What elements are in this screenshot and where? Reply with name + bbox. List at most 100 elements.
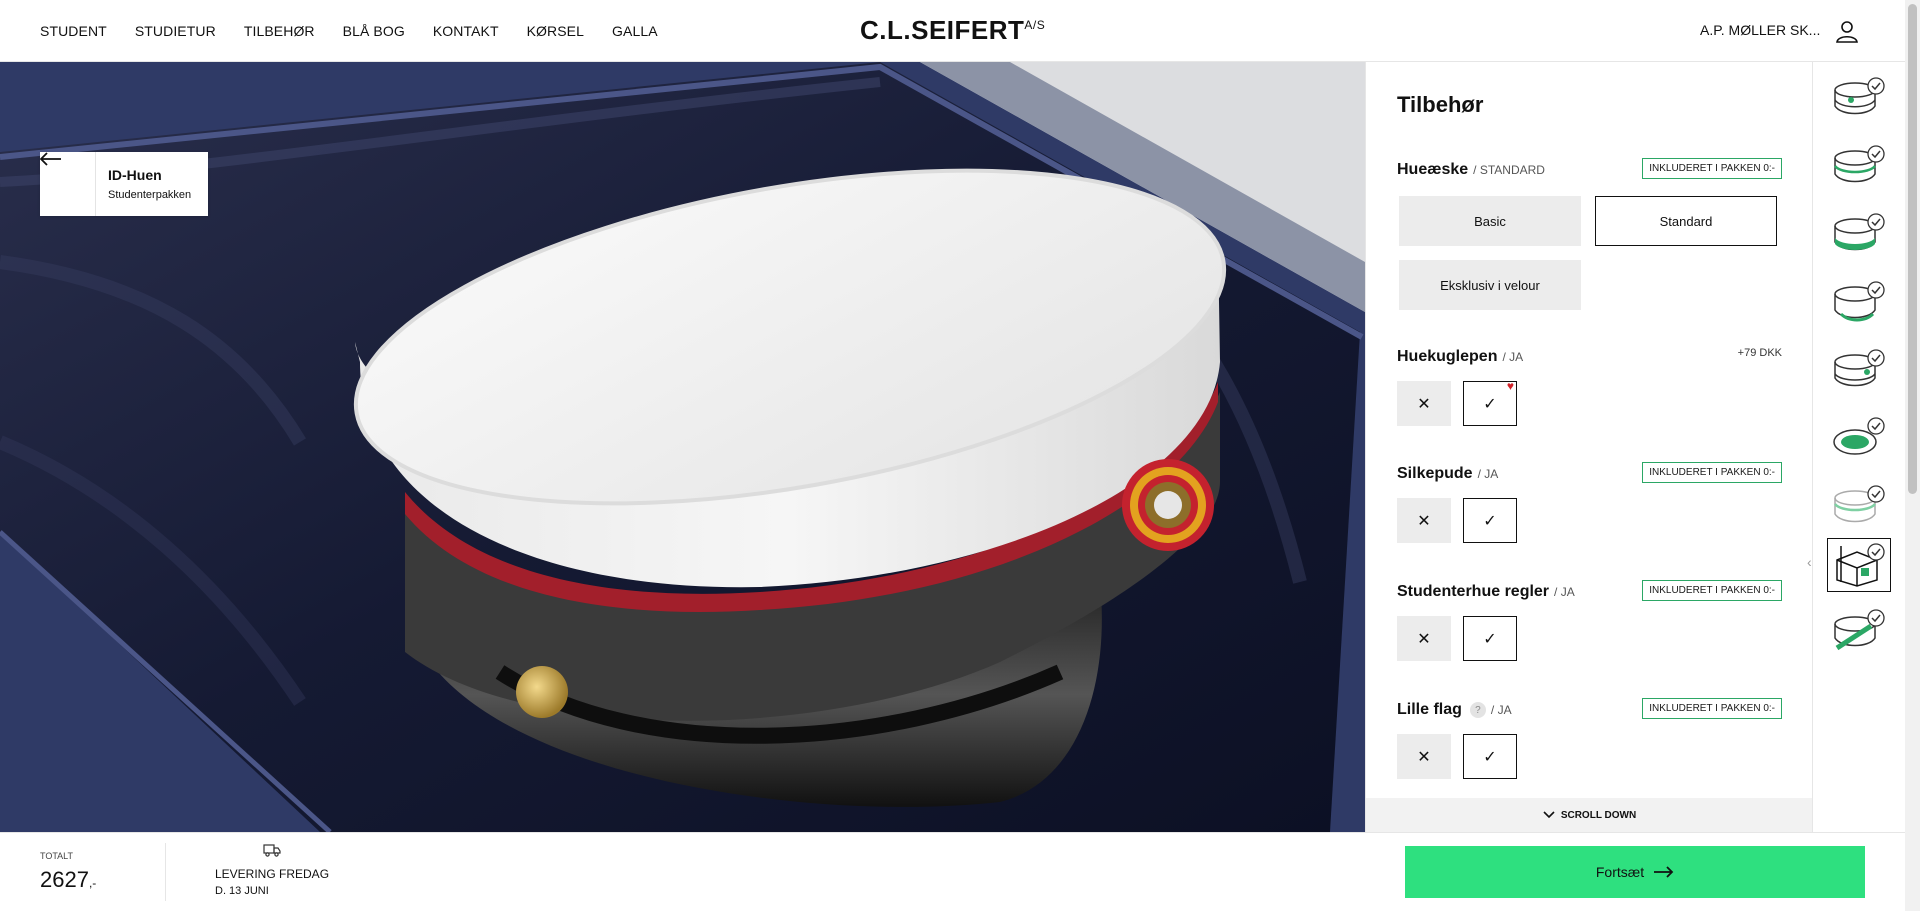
yes-button[interactable]: ✓ ♥: [1463, 379, 1517, 426]
panel-title: Tilbehør: [1397, 92, 1484, 117]
included-badge: INKLUDERET I PAKKEN 0:-: [1642, 580, 1782, 601]
continue-button[interactable]: Fortsæt: [1405, 846, 1865, 898]
nav-link-korsel[interactable]: KØRSEL: [527, 23, 584, 39]
option-basic[interactable]: Basic: [1399, 196, 1581, 246]
yes-no-toggle: ✕ ✓ ♥: [1397, 379, 1517, 426]
back-to-product-card[interactable]: ID-Huen Studenterpakken: [40, 152, 208, 216]
heart-icon: ♥: [1506, 379, 1514, 393]
section-selection: / JA: [1490, 703, 1512, 717]
rail-caret-icon: ‹: [1807, 554, 1812, 570]
cap-step-icon: [1834, 485, 1885, 523]
section-selection: / STANDARD: [1473, 163, 1545, 177]
back-card-text: ID-Huen Studenterpakken: [96, 167, 191, 201]
step-thumb-1[interactable]: [1827, 72, 1891, 126]
back-card-subtitle: Studenterpakken: [108, 189, 192, 201]
no-button[interactable]: ✕: [1397, 616, 1451, 661]
yes-no-toggle: ✕ ✓: [1397, 498, 1517, 543]
nav-link-galla[interactable]: GALLA: [612, 23, 658, 39]
close-icon: ✕: [1417, 512, 1431, 530]
product-viewer[interactable]: ID-Huen Studenterpakken: [0, 62, 1365, 832]
step-thumb-7[interactable]: [1827, 480, 1891, 534]
check-icon: ✓: [1483, 395, 1497, 413]
yes-button[interactable]: ✓: [1463, 498, 1517, 543]
step-thumb-9-size[interactable]: [1827, 604, 1891, 658]
section-name: Huekuglepen: [1397, 348, 1498, 365]
step-thumb-3[interactable]: [1827, 208, 1891, 262]
section-name: Lille flag: [1397, 701, 1462, 718]
chevron-down-icon: [1543, 811, 1555, 819]
help-icon[interactable]: ?: [1469, 702, 1486, 718]
truck-icon: [263, 843, 281, 862]
nav-link-studietur[interactable]: STUDIETUR: [135, 23, 216, 39]
arrow-right-icon: [1654, 866, 1674, 878]
included-badge: INKLUDERET I PAKKEN 0:-: [1642, 158, 1782, 179]
scroll-down-button[interactable]: SCROLL DOWN: [1366, 798, 1812, 832]
check-icon: ✓: [1483, 630, 1497, 648]
step-thumb-4[interactable]: [1827, 276, 1891, 330]
user-icon[interactable]: [1834, 18, 1860, 44]
cap-step-icon: [1833, 417, 1885, 455]
section-name: Studenterhue regler: [1397, 583, 1550, 600]
section-hueaeske: Hueæske / STANDARD INKLUDERET I PAKKEN 0…: [1397, 158, 1782, 310]
check-icon: ✓: [1483, 748, 1497, 766]
close-icon: ✕: [1417, 395, 1431, 413]
nav-link-tilbehor[interactable]: TILBEHØR: [244, 23, 315, 39]
close-icon: ✕: [1417, 630, 1431, 648]
price-label: +79 DKK: [1737, 347, 1782, 359]
yes-no-toggle: ✕ ✓: [1397, 734, 1517, 779]
section-selection: / JA: [1502, 350, 1524, 364]
accessories-panel: Tilbehør Hueæske / STANDARD INKLUDERET I…: [1365, 62, 1812, 832]
step-thumb-6[interactable]: [1827, 412, 1891, 466]
option-eksklusiv-velour[interactable]: Eksklusiv i velour: [1399, 260, 1581, 310]
step-thumb-8-accessories[interactable]: [1827, 538, 1891, 592]
check-icon: ✓: [1483, 512, 1497, 530]
total-price: 2627,-: [40, 867, 96, 893]
option-standard[interactable]: Standard: [1595, 196, 1777, 246]
back-arrow-icon[interactable]: [40, 152, 96, 216]
yes-button[interactable]: ✓: [1463, 734, 1517, 779]
section-name: Hueæske: [1397, 161, 1469, 178]
scroll-down-label: SCROLL DOWN: [1560, 809, 1637, 821]
total-suffix: ,-: [88, 876, 97, 890]
section-silkepude: Silkepude / JA INKLUDERET I PAKKEN 0:- ✕…: [1397, 462, 1782, 543]
checkout-footer: TOTALT 2627,- LEVERING FREDAG D. 13 JUNI…: [0, 832, 1905, 911]
no-button[interactable]: ✕: [1397, 498, 1451, 543]
section-name: Silkepude: [1397, 465, 1473, 482]
no-button[interactable]: ✕: [1397, 734, 1451, 779]
section-studenterhue-regler: Studenterhue regler / JA INKLUDERET I PA…: [1397, 580, 1782, 661]
logo-text: C.L.SEIFERT: [860, 15, 1025, 45]
total-label: TOTALT: [40, 851, 74, 861]
scrollbar-thumb[interactable]: [1908, 4, 1917, 494]
continue-label: Fortsæt: [1595, 864, 1645, 880]
included-badge: INKLUDERET I PAKKEN 0:-: [1642, 462, 1782, 483]
footer-divider: [165, 843, 166, 901]
step-thumb-5[interactable]: [1827, 344, 1891, 398]
cap-step-icon: [1834, 349, 1885, 387]
box-options: Basic Standard Eksklusiv i velour: [1399, 196, 1777, 310]
section-header: Huekuglepen / JA: [1397, 345, 1782, 369]
step-thumb-2[interactable]: [1827, 140, 1891, 194]
nav-link-bla-bog[interactable]: BLÅ BOG: [343, 23, 405, 39]
nav-link-kontakt[interactable]: KONTAKT: [433, 23, 499, 39]
section-selection: / JA: [1554, 585, 1575, 599]
cap-step-icon: [1834, 213, 1885, 251]
total-amount: 2627: [40, 867, 89, 892]
brand-logo[interactable]: C.L.SEIFERTA/S: [860, 15, 1045, 46]
yes-button[interactable]: ✓: [1463, 616, 1517, 661]
account-name[interactable]: A.P. MØLLER SK...: [1700, 22, 1820, 38]
top-navigation: STUDENT STUDIETUR TILBEHØR BLÅ BOG KONTA…: [0, 0, 1905, 62]
yes-no-toggle: ✕ ✓: [1397, 616, 1517, 661]
measure-cap-icon: [1834, 609, 1885, 651]
nav-link-student[interactable]: STUDENT: [40, 23, 107, 39]
section-lille-flag: Lille flag ? / JA INKLUDERET I PAKKEN 0:…: [1397, 698, 1782, 779]
included-badge: INKLUDERET I PAKKEN 0:-: [1642, 698, 1782, 719]
section-huekuglepen: Huekuglepen / JA +79 DKK ✕ ✓ ♥: [1397, 345, 1782, 426]
close-icon: ✕: [1417, 748, 1431, 766]
no-button[interactable]: ✕: [1397, 381, 1451, 426]
cap-step-icon: [1834, 281, 1885, 322]
main-menu: STUDENT STUDIETUR TILBEHØR BLÅ BOG KONTA…: [40, 0, 658, 62]
delivery-day: LEVERING FREDAG: [215, 867, 330, 881]
page-scrollbar[interactable]: [1905, 0, 1920, 911]
delivery-date: D. 13 JUNI: [215, 885, 269, 897]
back-card-title: ID-Huen: [108, 167, 162, 183]
